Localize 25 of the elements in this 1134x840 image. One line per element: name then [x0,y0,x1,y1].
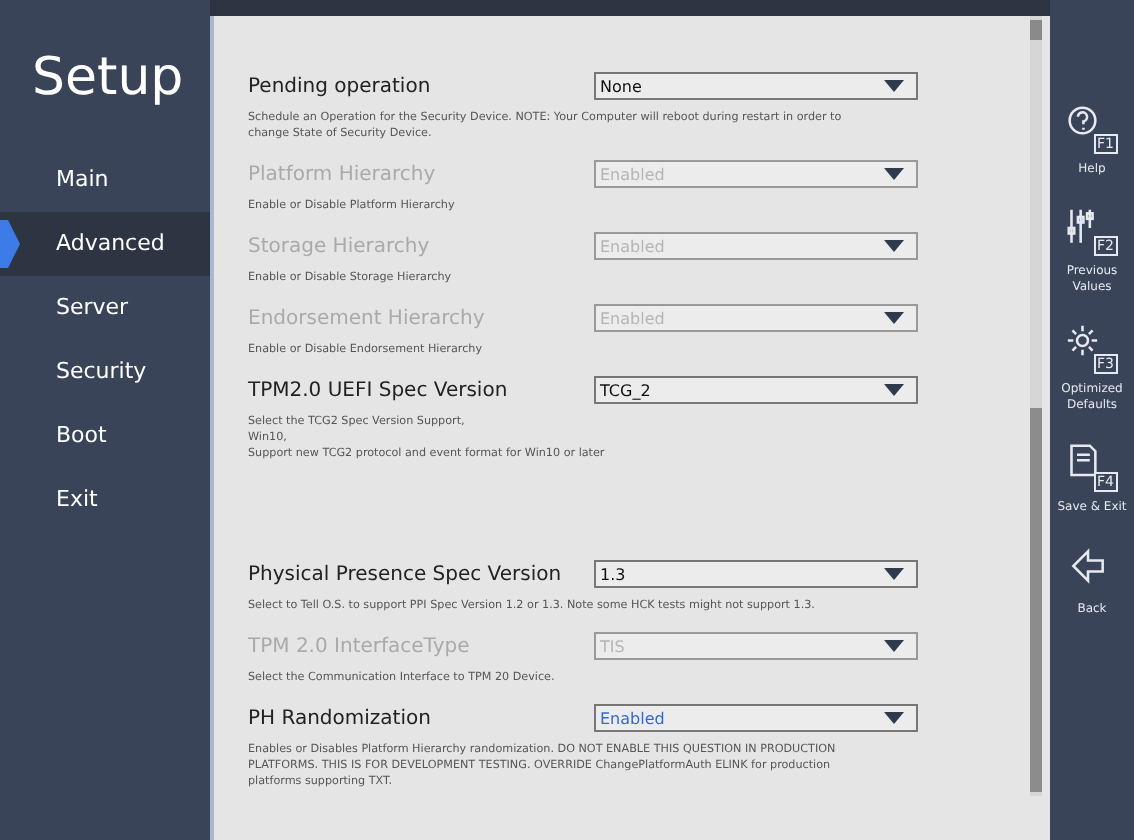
setup-title: Setup [30,46,186,112]
setting-label: Physical Presence Spec Version [248,563,564,585]
caret-icon[interactable] [884,384,904,396]
dropdown[interactable]: None [594,72,918,100]
menu-tab[interactable]: Main [0,148,210,212]
setting-label: Endorsement Hierarchy [248,307,487,329]
selection-pointer-icon [0,220,20,268]
setting-label: Storage Hierarchy [248,235,432,257]
setting-label: TPM 2.0 InterfaceType [248,635,472,657]
scrollbar[interactable] [1030,16,1042,796]
caret-icon[interactable] [884,712,904,724]
menu-tab[interactable]: Exit [0,468,210,532]
setting-label: Platform Hierarchy [248,163,438,185]
menu-tab[interactable]: Security [0,340,210,404]
dropdown[interactable]: TCG_2 [594,376,918,404]
caret-icon[interactable] [884,568,904,580]
menu-tab[interactable]: Advanced [0,212,210,276]
dropdown[interactable]: 1.3 [594,560,918,588]
menu-tab[interactable]: Server [0,276,210,340]
setting-label: PH Randomization [248,707,433,729]
menu-tab[interactable]: Boot [0,404,210,468]
setting-label: TPM2.0 UEFI Spec Version [248,379,510,401]
setting-label: Pending operation [248,75,433,97]
caret-icon[interactable] [884,80,904,92]
dropdown[interactable]: Enabled [594,704,918,732]
